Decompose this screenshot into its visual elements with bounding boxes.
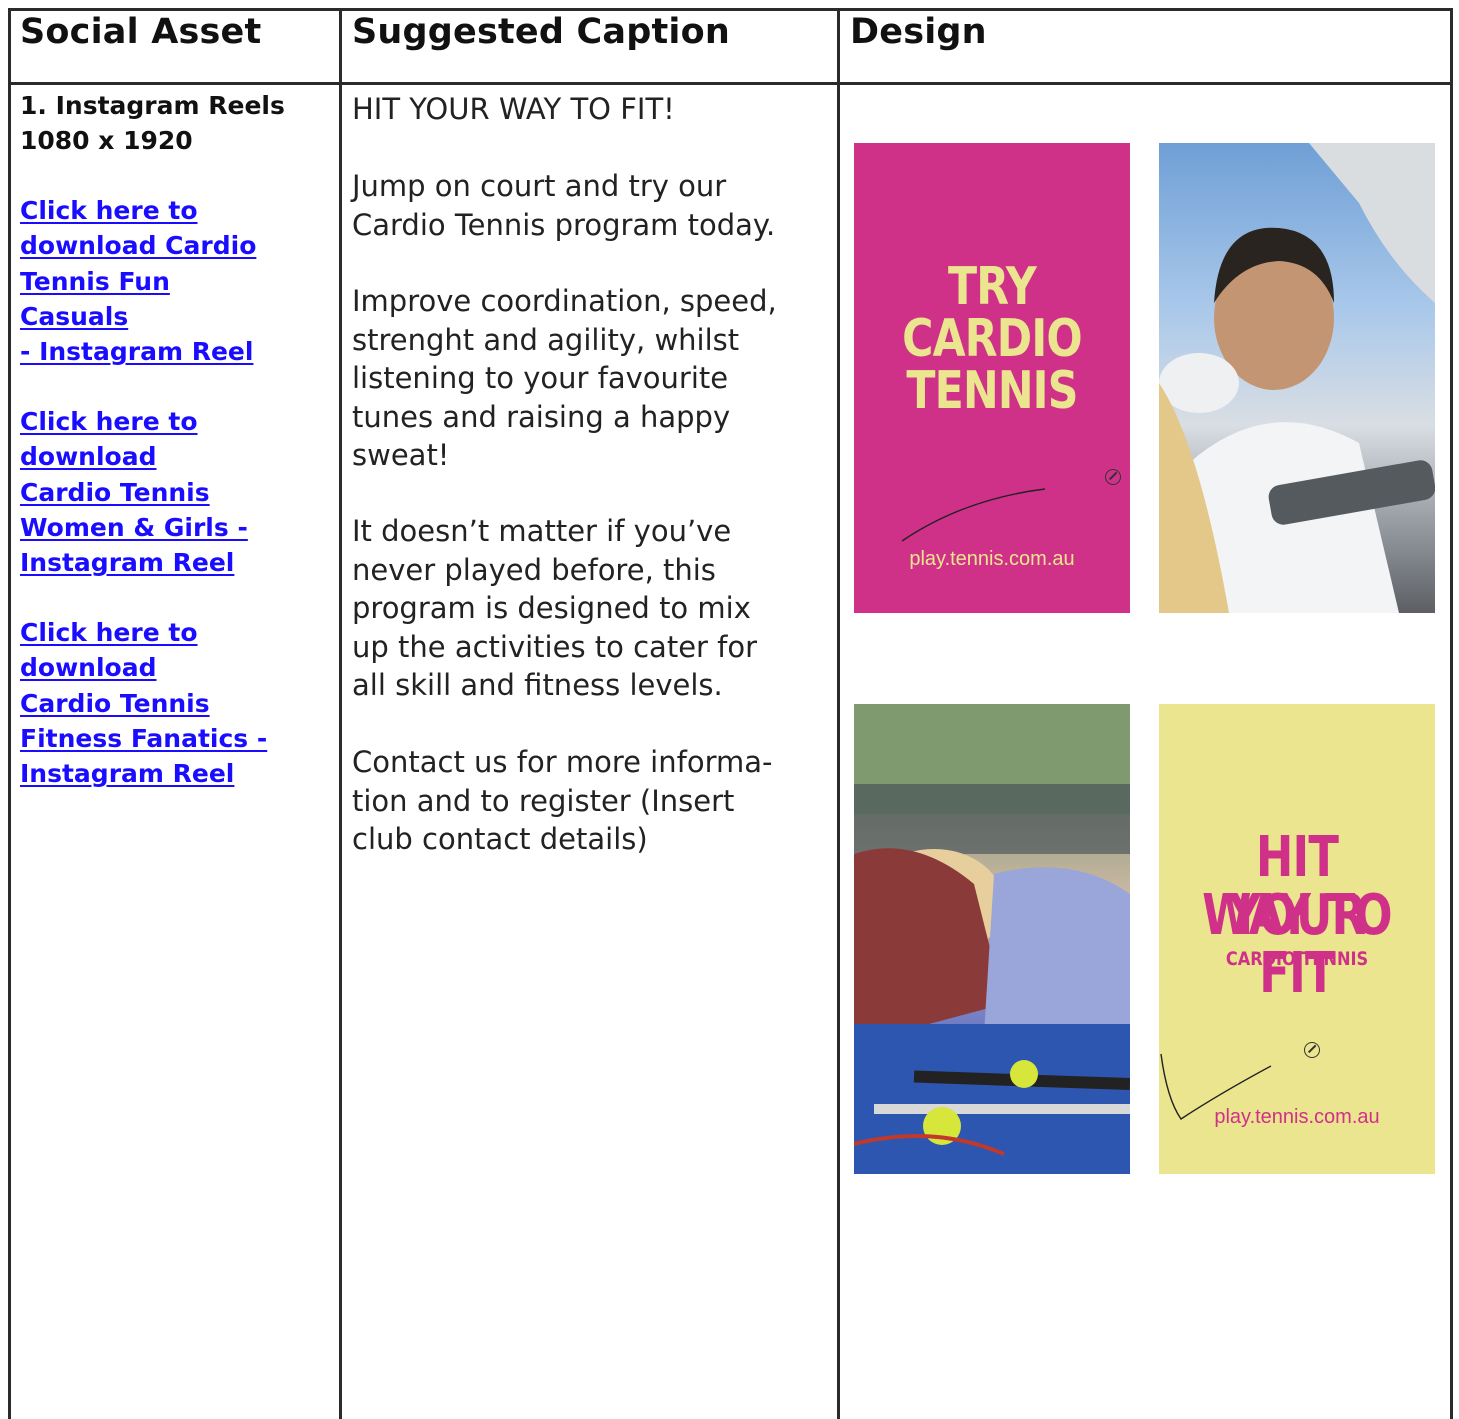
- link-line: Click here to: [20, 618, 198, 647]
- caption-line: listening to your favourite: [352, 361, 729, 395]
- table-column-divider-2: [837, 8, 840, 1419]
- asset-title: 1. Instagram Reels 1080 x 1920: [20, 88, 285, 158]
- design-card-try-cardio-tennis: TRY CARDIO TENNIS play.tennis.com.au: [854, 143, 1130, 613]
- caption-line: never played before, this: [352, 552, 716, 587]
- link-line: Casuals: [20, 301, 129, 331]
- caption-paragraph-levels: It doesn’t matter if you’ve never played…: [352, 512, 827, 705]
- link-line: download: [20, 442, 157, 472]
- header-design: Design: [850, 12, 987, 52]
- caption-line: all skill and fitness levels.: [352, 668, 723, 702]
- caption-paragraph-intro: Jump on court and try our Cardio Tennis …: [352, 167, 827, 244]
- caption-line: tion and to register (Insert: [352, 783, 735, 818]
- caption-headline: HIT YOUR WAY TO FIT!: [352, 92, 675, 126]
- caption-line: Cardio Tennis program today.: [352, 207, 776, 242]
- asset-title-dimensions: 1080 x 1920: [20, 126, 193, 155]
- link-line: Women & Girls -: [20, 512, 248, 542]
- caption-line: Improve coordination, speed,: [352, 284, 777, 318]
- link-line: Cardio Tennis: [20, 688, 210, 718]
- caption-paragraph-benefits: Improve coordination, speed, strenght an…: [352, 282, 827, 475]
- header-social-asset: Social Asset: [20, 12, 262, 52]
- link-line: Tennis Fun: [20, 266, 170, 296]
- design-photo-smiling-player: [1159, 143, 1435, 613]
- caption-line: tunes and raising a happy: [352, 399, 731, 434]
- caption-line: club contact details): [352, 822, 648, 856]
- link-line: Instagram Reel: [20, 759, 235, 789]
- caption-line: Contact us for more informa-: [352, 745, 773, 779]
- download-link-fitness-fanatics[interactable]: Click here to download Cardio Tennis Fit…: [20, 615, 320, 791]
- caption-line: Jump on court and try our: [352, 169, 727, 203]
- design-url: play.tennis.com.au: [909, 548, 1075, 570]
- link-line: Click here to: [20, 407, 198, 436]
- link-line: Instagram Reel: [20, 548, 235, 578]
- download-link-fun-casuals[interactable]: Click here to download Cardio Tennis Fun…: [20, 193, 320, 369]
- table-border-right: [1450, 8, 1453, 1419]
- table-header-divider: [8, 82, 1453, 85]
- design-url: play.tennis.com.au: [1214, 1106, 1380, 1128]
- photo-placeholder: [854, 704, 1130, 1174]
- design-card-hit-your-way-to-fit: HIT YOUR WAY TO FIT CARDIO TENNIS play.t…: [1159, 704, 1435, 1174]
- link-line: Cardio Tennis: [20, 477, 210, 507]
- swoosh-graphic: [1160, 1053, 1272, 1120]
- caption-line: It doesn’t matter if you’ve: [352, 514, 732, 548]
- design-photo-pushups: [854, 704, 1130, 1174]
- caption-line: sweat!: [352, 438, 450, 472]
- table-border-left: [8, 8, 11, 1419]
- link-line: download: [20, 653, 157, 683]
- link-line: - Instagram Reel: [20, 337, 254, 367]
- link-line: Click here to: [20, 196, 198, 225]
- swoosh-graphic: [901, 488, 1046, 542]
- download-link-women-girls[interactable]: Click here to download Cardio Tennis Wom…: [20, 404, 320, 580]
- caption-line: up the activities to cater for: [352, 629, 758, 664]
- table-border-top: [8, 8, 1453, 11]
- asset-title-name: 1. Instagram Reels: [20, 91, 285, 120]
- header-suggested-caption: Suggested Caption: [352, 12, 730, 52]
- link-line: download Cardio: [20, 231, 257, 261]
- table-column-divider-1: [339, 8, 342, 1419]
- caption-paragraph-contact: Contact us for more informa- tion and to…: [352, 743, 827, 859]
- caption-line: program is designed to mix: [352, 591, 751, 625]
- caption-line: strenght and agility, whilst: [352, 322, 740, 357]
- link-line: Fitness Fanatics -: [20, 723, 268, 753]
- photo-placeholder: [1159, 143, 1435, 613]
